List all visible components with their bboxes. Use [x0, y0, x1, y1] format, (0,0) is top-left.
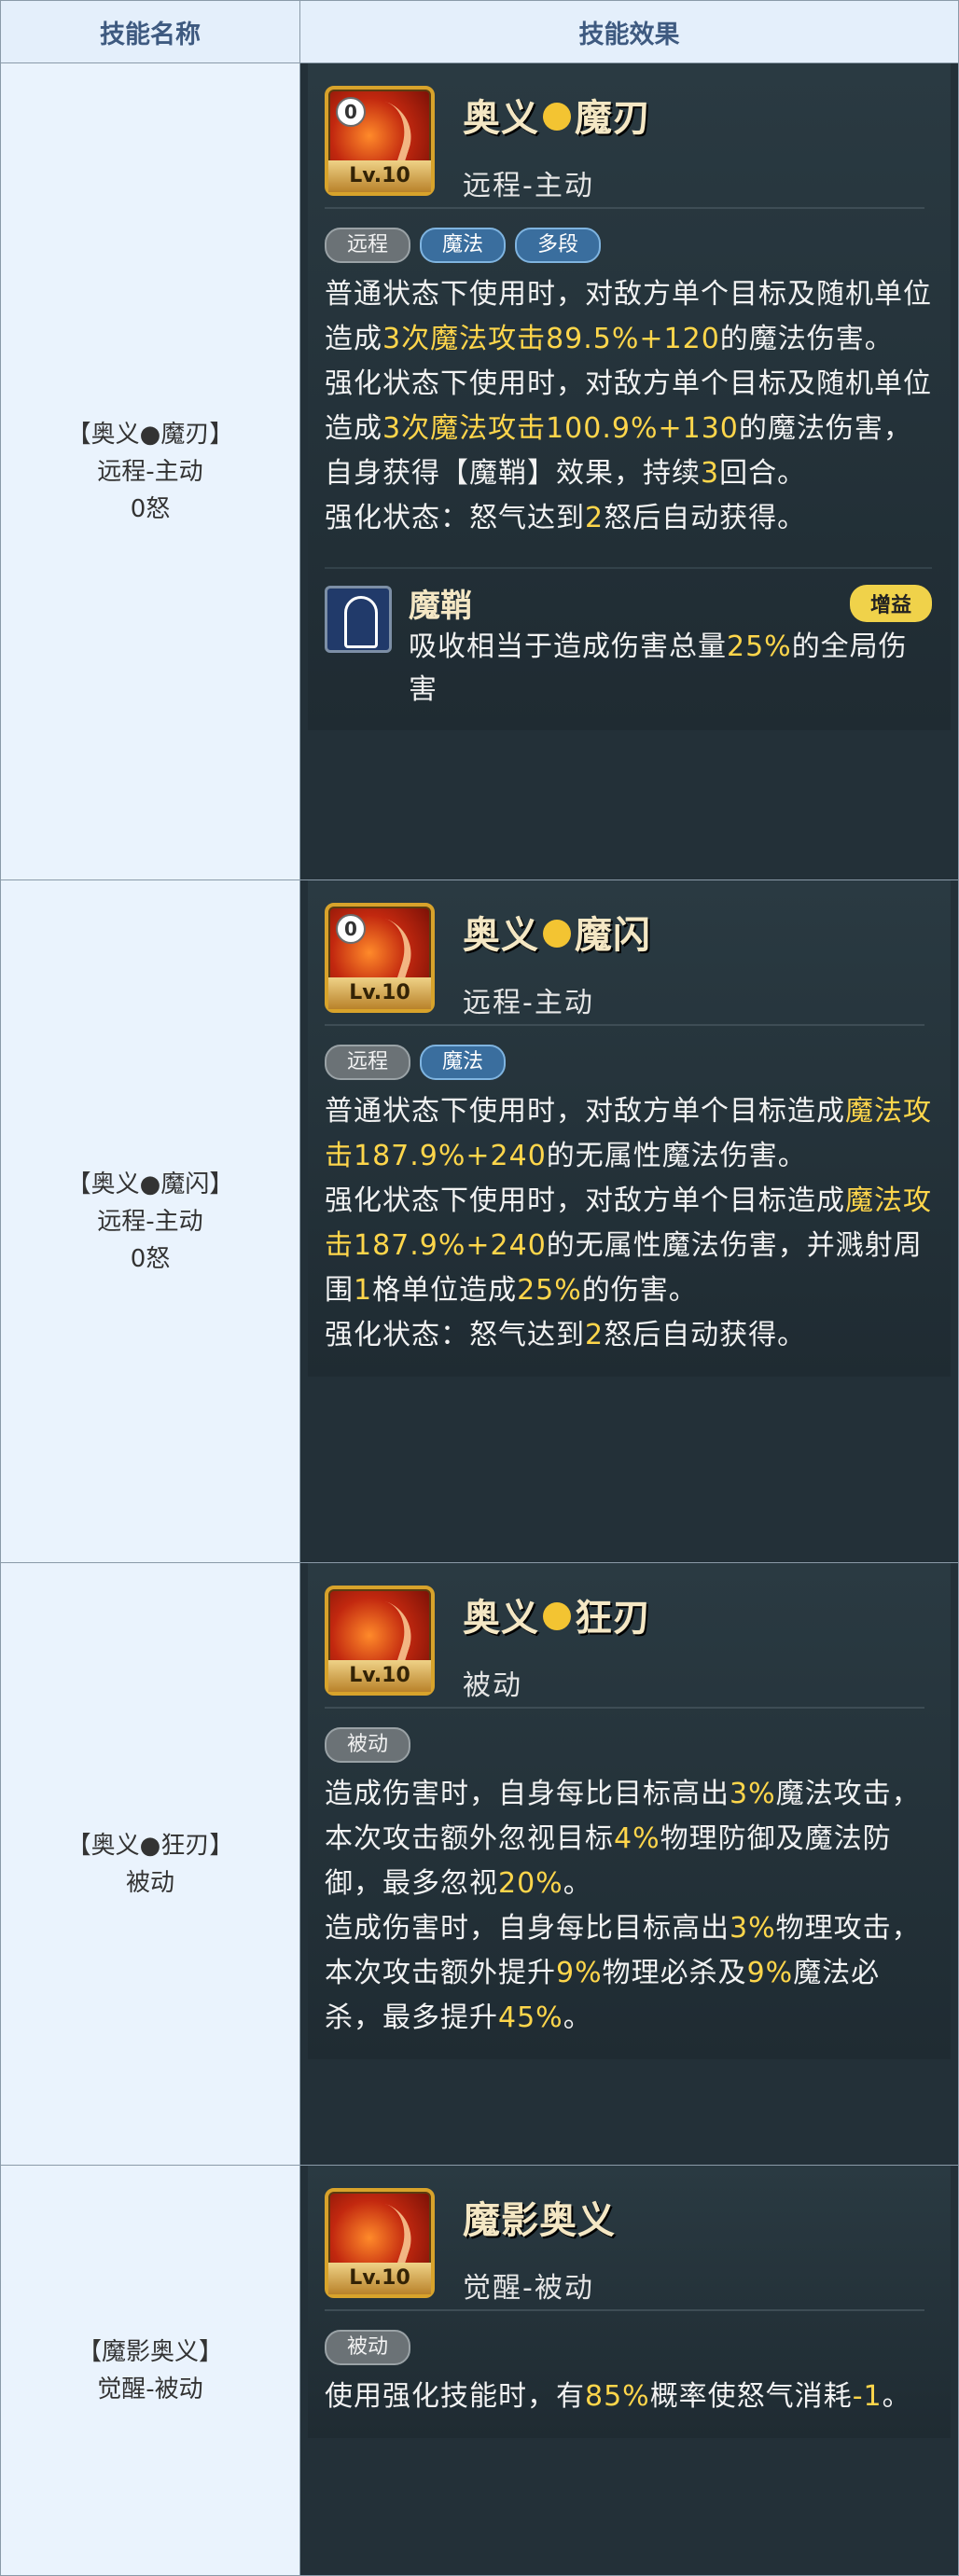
description-line: 强化状态：怒气达到2怒后自动获得。: [325, 1319, 807, 1351]
skill-name: 【奥义●魔刃】: [66, 420, 234, 449]
skill-rage: 0怒: [130, 1244, 171, 1273]
dot-icon: [543, 103, 571, 131]
skill-name: 【奥义●魔闪】: [66, 1170, 234, 1198]
description-line: 强化状态下使用时，对敌方单个目标及随机单位造成3次魔法攻击100.9%+130的…: [325, 367, 932, 490]
skill-icon: Lv.10: [325, 1586, 435, 1696]
skill-effect-cell: 0 Lv.10 奥义 魔闪 远程-主动 远程 魔法 普通状态下使用时，对敌方单个目…: [299, 879, 959, 1563]
tag-magic: 魔法: [420, 1045, 507, 1080]
level-badge: Lv.10: [328, 2263, 431, 2294]
skill-name: 【奥义●狂刃】: [66, 1831, 234, 1860]
skill-subtitle: 觉醒-被动: [463, 2272, 594, 2305]
skill-type: 觉醒-被动: [97, 2375, 203, 2403]
dot-icon: [543, 1602, 571, 1630]
buff-panel: 魔鞘 增益 吸收相当于造成伤害总量25%的全局伤害: [325, 567, 932, 712]
skill-subtitle: 远程-主动: [463, 170, 594, 202]
skill-tags: 远程 魔法: [325, 1045, 932, 1080]
tag-magic: 魔法: [420, 228, 507, 263]
buff-badge: 增益: [849, 584, 932, 622]
skill-name-cell: 【魔影奥义】 觉醒-被动: [0, 2165, 300, 2576]
skill-title: 奥义 狂刃: [463, 1597, 651, 1640]
rage-cost-badge: 0: [336, 97, 366, 127]
skill-icon: 0 Lv.10: [325, 86, 435, 196]
skill-description: 普通状态下使用时，对敌方单个目标造成魔法攻击187.9%+240的无属性魔法伤害…: [325, 1089, 932, 1358]
skill-effect-cell: 0 Lv.10 奥义 魔刃 远程-主动 远程 魔法 多段 普通状态下使用时，对敌方: [299, 62, 959, 880]
header-skill-effect: 技能效果: [299, 0, 959, 63]
skill-icon: 0 Lv.10: [325, 903, 435, 1013]
skill-title: 魔影奥义: [463, 2199, 616, 2242]
description-line: 强化状态下使用时，对敌方单个目标造成魔法攻击187.9%+240的无属性魔法伤害…: [325, 1184, 932, 1307]
description-line: 使用强化技能时，有85%概率使怒气消耗-1。: [325, 2380, 911, 2413]
level-badge: Lv.10: [328, 160, 431, 192]
tag-ranged: 远程: [325, 228, 411, 263]
skill-name: 【魔影奥义】: [76, 2337, 223, 2366]
table-row: 【奥义●狂刃】 被动 Lv.10 奥义 狂刃 被动 被动 造成伤害时，自身每比目…: [0, 1562, 959, 2166]
tag-passive: 被动: [325, 2330, 411, 2365]
skill-type: 被动: [125, 1868, 174, 1897]
buff-icon: [325, 586, 392, 653]
description-line: 普通状态下使用时，对敌方单个目标造成魔法攻击187.9%+240的无属性魔法伤害…: [325, 1095, 932, 1172]
skill-name-cell: 【奥义●狂刃】 被动: [0, 1562, 300, 2166]
skill-tags: 被动: [325, 1727, 932, 1763]
buff-name: 魔鞘: [409, 588, 472, 625]
skill-description: 普通状态下使用时，对敌方单个目标及随机单位造成3次魔法攻击89.5%+120的魔…: [325, 272, 932, 541]
skill-title: 奥义 魔闪: [463, 914, 651, 957]
description-line: 强化状态：怒气达到2怒后自动获得。: [325, 502, 807, 534]
skill-subtitle: 被动: [463, 1669, 522, 1702]
level-badge: Lv.10: [328, 977, 431, 1009]
skill-name-cell: 【奥义●魔刃】 远程-主动 0怒: [0, 62, 300, 880]
tag-ranged: 远程: [325, 1045, 411, 1080]
skill-description: 使用强化技能时，有85%概率使怒气消耗-1。: [325, 2375, 932, 2419]
tag-passive: 被动: [325, 1727, 411, 1763]
skill-type: 远程-主动: [97, 1207, 203, 1236]
rage-cost-badge: 0: [336, 914, 366, 944]
buff-description: 吸收相当于造成伤害总量25%的全局伤害: [409, 630, 908, 706]
table-row: 【魔影奥义】 觉醒-被动 Lv.10 魔影奥义 觉醒-被动 被动 使用强化技能时…: [0, 2165, 959, 2576]
tag-multi-hit: 多段: [515, 228, 602, 263]
level-badge: Lv.10: [328, 1660, 431, 1692]
dot-icon: [543, 920, 571, 948]
skill-subtitle: 远程-主动: [463, 987, 594, 1019]
skill-icon: Lv.10: [325, 2188, 435, 2298]
table-header-row: 技能名称 技能效果: [0, 0, 959, 63]
skill-tags: 远程 魔法 多段: [325, 228, 932, 263]
table-row: 【奥义●魔闪】 远程-主动 0怒 0 Lv.10 奥义 魔闪 远程-主动 远程 …: [0, 879, 959, 1563]
skill-effect-cell: Lv.10 奥义 狂刃 被动 被动 造成伤害时，自身每比目标高出3%魔法攻击，本次…: [299, 1562, 959, 2166]
skill-description: 造成伤害时，自身每比目标高出3%魔法攻击，本次攻击额外忽视目标4%物理防御及魔法…: [325, 1772, 932, 2041]
skill-type: 远程-主动: [97, 457, 203, 486]
skill-name-cell: 【奥义●魔闪】 远程-主动 0怒: [0, 879, 300, 1563]
skill-rage: 0怒: [130, 494, 171, 523]
description-line: 造成伤害时，自身每比目标高出3%物理攻击，本次攻击额外提升9%物理必杀及9%魔法…: [325, 1912, 921, 2034]
skill-table: 技能名称 技能效果 【奥义●魔刃】 远程-主动 0怒 0 Lv.10 奥义 魔刃…: [0, 0, 959, 2576]
table-row: 【奥义●魔刃】 远程-主动 0怒 0 Lv.10 奥义 魔刃 远程-主动 远程 …: [0, 62, 959, 880]
skill-effect-cell: Lv.10 魔影奥义 觉醒-被动 被动 使用强化技能时，有85%概率使怒气消耗-…: [299, 2165, 959, 2576]
skill-title: 奥义 魔刃: [463, 97, 651, 140]
description-line: 普通状态下使用时，对敌方单个目标及随机单位造成3次魔法攻击89.5%+120的魔…: [325, 278, 932, 355]
description-line: 造成伤害时，自身每比目标高出3%魔法攻击，本次攻击额外忽视目标4%物理防御及魔法…: [325, 1778, 921, 1900]
header-skill-name: 技能名称: [0, 0, 300, 63]
skill-tags: 被动: [325, 2330, 932, 2365]
